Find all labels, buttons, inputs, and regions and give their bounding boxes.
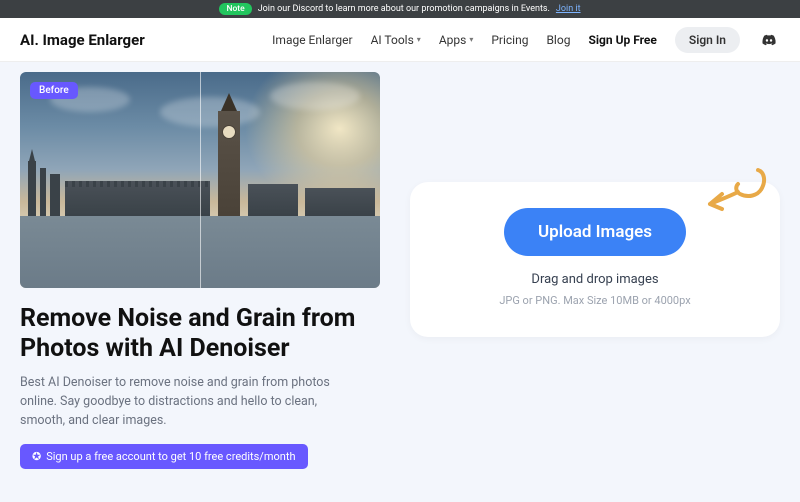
compare-divider[interactable] bbox=[200, 72, 201, 288]
discord-icon[interactable] bbox=[758, 31, 780, 49]
note-pill: Note bbox=[219, 3, 251, 15]
chevron-down-icon: ▾ bbox=[469, 35, 473, 44]
nav-blog[interactable]: Blog bbox=[546, 33, 570, 47]
logo[interactable]: AI. Image Enlarger bbox=[20, 31, 145, 49]
page-title: Remove Noise and Grain from Photos with … bbox=[20, 304, 380, 364]
page-description: Best AI Denoiser to remove noise and gra… bbox=[20, 374, 365, 430]
arrow-icon bbox=[700, 162, 770, 217]
upload-hint: JPG or PNG. Max Size 10MB or 4000px bbox=[430, 294, 760, 307]
nav-image-enlarger[interactable]: Image Enlarger bbox=[272, 33, 352, 47]
banner-link[interactable]: Join it bbox=[556, 4, 581, 14]
gift-icon: ✪ bbox=[32, 450, 41, 463]
chevron-down-icon: ▾ bbox=[417, 35, 421, 44]
signin-button[interactable]: Sign In bbox=[675, 27, 740, 53]
signup-cta-button[interactable]: ✪ Sign up a free account to get 10 free … bbox=[20, 444, 308, 469]
nav-ai-tools[interactable]: AI Tools▾ bbox=[371, 33, 421, 47]
nav: Image Enlarger AI Tools▾ Apps▾ Pricing B… bbox=[272, 27, 780, 53]
signup-link[interactable]: Sign Up Free bbox=[588, 33, 656, 47]
hero-image: Before bbox=[20, 72, 380, 288]
banner-text: Join our Discord to learn more about our… bbox=[258, 4, 550, 14]
nav-pricing[interactable]: Pricing bbox=[491, 33, 528, 47]
drag-drop-text: Drag and drop images bbox=[430, 272, 760, 287]
upload-button[interactable]: Upload Images bbox=[504, 208, 686, 256]
before-badge: Before bbox=[30, 82, 78, 99]
nav-apps[interactable]: Apps▾ bbox=[439, 33, 474, 47]
promo-banner: Note Join our Discord to learn more abou… bbox=[0, 0, 800, 18]
header: AI. Image Enlarger Image Enlarger AI Too… bbox=[0, 18, 800, 62]
